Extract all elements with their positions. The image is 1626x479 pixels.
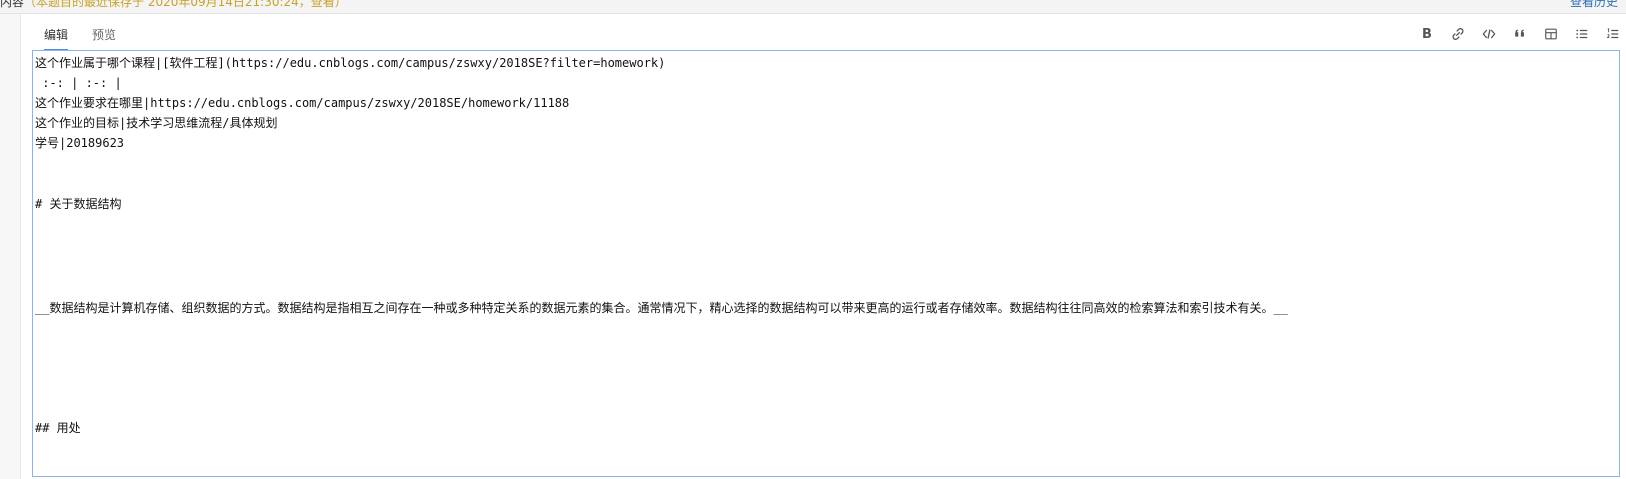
tab-edit[interactable]: 编辑 bbox=[44, 26, 69, 51]
content-label: 内容（本题目的最近保存于 2020年09月14日21:30:24，查看） bbox=[0, 0, 347, 10]
bold-icon[interactable]: B bbox=[1418, 25, 1436, 43]
editor-line: :-: | :-: | bbox=[35, 76, 122, 90]
history-link[interactable]: 查看历史 bbox=[1570, 0, 1618, 10]
markdown-editor: 编辑 预览 B 这个作业属于哪个课程|[软件工程](https://edu.cn… bbox=[32, 14, 1626, 479]
editor-toolbar: B bbox=[1405, 24, 1622, 44]
tab-preview[interactable]: 预览 bbox=[92, 26, 116, 49]
editor-line: 这个作业的目标|技术学习思维流程/具体规划 bbox=[35, 116, 278, 130]
editor-line: 这个作业属于哪个课程|[软件工程](https://edu.cnblogs.co… bbox=[35, 56, 666, 70]
editor-line: 这个作业要求在哪里|https://edu.cnblogs.com/campus… bbox=[35, 96, 570, 110]
left-rail bbox=[0, 14, 21, 479]
unordered-list-icon[interactable] bbox=[1573, 25, 1591, 43]
top-header-strip: 内容（本题目的最近保存于 2020年09月14日21:30:24，查看） 查看历… bbox=[0, 0, 1626, 14]
save-note: （本题目的最近保存于 2020年09月14日21:30:24，查看） bbox=[24, 0, 347, 9]
editor-tabbar: 编辑 预览 B bbox=[32, 14, 1626, 51]
editor-line-paragraph: __数据结构是计算机存储、组织数据的方式。数据结构是指相互之间存在一种或多种特定… bbox=[35, 301, 1288, 315]
link-icon[interactable] bbox=[1449, 25, 1467, 43]
markdown-textarea[interactable]: 这个作业属于哪个课程|[软件工程](https://edu.cnblogs.co… bbox=[32, 50, 1620, 477]
editor-line-subheading: ## 用处 bbox=[35, 421, 81, 435]
table-icon[interactable] bbox=[1542, 25, 1560, 43]
editor-line-heading: # 关于数据结构 bbox=[35, 197, 122, 211]
editor-line: 学号|20189623 bbox=[35, 136, 125, 150]
code-icon[interactable] bbox=[1480, 25, 1498, 43]
ordered-list-icon[interactable] bbox=[1604, 25, 1622, 43]
page: 内容（本题目的最近保存于 2020年09月14日21:30:24，查看） 查看历… bbox=[0, 0, 1626, 479]
quote-icon[interactable] bbox=[1511, 25, 1529, 43]
